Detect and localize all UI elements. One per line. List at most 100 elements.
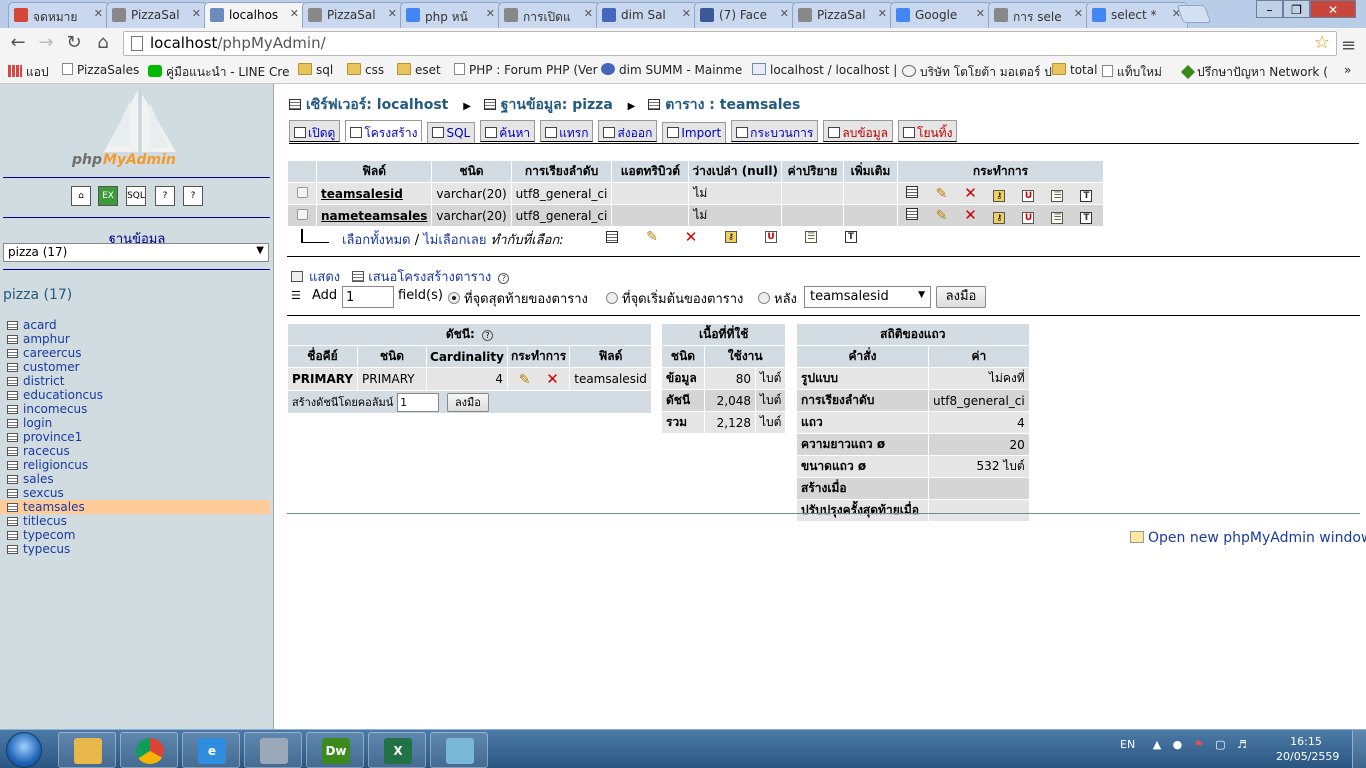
bookmark-item[interactable]: css — [347, 63, 384, 77]
browser-tab[interactable]: PizzaSal ✕ — [302, 2, 404, 28]
taskbar-app-calculator[interactable] — [244, 732, 302, 768]
after-field-select[interactable]: teamsalesid ▼ — [804, 286, 931, 308]
primary-key-icon[interactable]: ⚷ — [993, 189, 1006, 202]
taskbar-app-excel[interactable]: X — [368, 732, 426, 768]
sidebar-item-acard[interactable]: acard — [0, 318, 274, 332]
sidebar-item-religioncus[interactable]: religioncus — [0, 458, 274, 472]
field-count-input[interactable] — [342, 286, 394, 308]
home-icon[interactable]: ⌂ — [93, 33, 113, 53]
tab-export[interactable]: ส่งออก — [598, 120, 658, 142]
tab-sql[interactable]: SQL — [427, 122, 476, 144]
bookmark-item[interactable]: sql — [298, 63, 333, 77]
column-header[interactable]: ฟิลด์ — [317, 161, 432, 182]
taskbar-app-explorer[interactable] — [58, 732, 116, 768]
clock[interactable]: 16:15 20/05/2559 — [1276, 734, 1339, 764]
column-header[interactable]: ว่างเปล่า (null) — [689, 161, 781, 182]
print-view-link[interactable]: แสดง — [309, 270, 340, 285]
fulltext-icon[interactable]: T — [1080, 211, 1093, 224]
after-radio[interactable] — [758, 292, 770, 304]
column-header[interactable]: แอตทริบิวต์ — [612, 161, 689, 182]
table-icon[interactable] — [7, 517, 18, 526]
taskbar-app-chrome[interactable] — [120, 732, 178, 768]
bookmark-item[interactable]: dim SUMM - Mainme — [601, 63, 742, 77]
network-icon[interactable]: ● — [1173, 738, 1183, 751]
mysql-docs-icon[interactable]: ? — [183, 186, 203, 206]
row-checkbox[interactable] — [296, 208, 308, 220]
browser-tab[interactable]: PizzaSal ✕ — [106, 2, 208, 28]
sidebar-item-login[interactable]: login — [0, 416, 274, 430]
new-tab-button[interactable] — [1176, 5, 1212, 23]
close-tab-icon[interactable]: ✕ — [878, 7, 887, 20]
close-tab-icon[interactable]: ✕ — [976, 7, 985, 20]
sidebar-item-typecom[interactable]: typecom — [0, 528, 274, 542]
row-checkbox[interactable] — [296, 186, 308, 198]
bookmark-item[interactable]: ปรึกษาปัญหา Network ( — [1180, 63, 1328, 82]
bookmarks-overflow-icon[interactable]: » — [1344, 63, 1351, 77]
unique-icon[interactable]: U — [1022, 189, 1035, 202]
propose-structure-link[interactable]: เสนอโครงสร้างตาราง — [368, 270, 491, 285]
browser-tab[interactable]: จดหมาย ✕ — [8, 2, 110, 28]
sidebar-item-educationcus[interactable]: educationcus — [0, 388, 274, 402]
open-new-window-link[interactable]: Open new phpMyAdmin window — [1130, 530, 1366, 546]
column-header[interactable]: เพิ่มเติม — [843, 161, 897, 182]
bookmark-item[interactable]: eset — [397, 63, 441, 77]
close-tab-icon[interactable]: ✕ — [486, 7, 495, 20]
browser-tab[interactable]: php หน้ ✕ — [400, 2, 502, 28]
table-icon[interactable] — [7, 489, 18, 498]
close-tab-icon[interactable]: ✕ — [388, 7, 397, 20]
browse-icon[interactable] — [906, 185, 919, 198]
forward-icon[interactable]: → — [36, 33, 56, 53]
drop-selected-icon[interactable]: ✕ — [684, 230, 698, 245]
index-icon[interactable]: ☰ — [1051, 189, 1064, 202]
back-icon[interactable]: ← — [8, 33, 28, 53]
column-header[interactable]: กระทำการ — [897, 161, 1103, 182]
address-bar[interactable]: localhost/phpMyAdmin/ ☆ — [123, 31, 1337, 56]
tab-insert[interactable]: แทรก — [540, 120, 594, 142]
close-tab-icon[interactable]: ✕ — [94, 7, 103, 20]
monitor-icon[interactable]: ▢ — [1215, 738, 1225, 751]
database-select[interactable]: pizza (17) ▼ — [3, 243, 269, 262]
browser-tab[interactable]: PizzaSal ✕ — [792, 2, 894, 28]
column-header[interactable]: การเรียงลำดับ — [511, 161, 612, 182]
unique-icon[interactable]: U — [1022, 211, 1035, 224]
query-window-icon[interactable]: SQL — [126, 186, 146, 206]
bookmark-item[interactable]: แอป — [8, 63, 49, 82]
edit-icon[interactable]: ✎ — [934, 187, 948, 201]
sidebar-item-sales[interactable]: sales — [0, 472, 274, 486]
table-icon[interactable] — [7, 335, 18, 344]
edit-icon[interactable]: ✎ — [934, 209, 948, 223]
table-icon[interactable] — [7, 363, 18, 372]
close-tab-icon[interactable]: ✕ — [584, 7, 593, 20]
edit-icon[interactable]: ✎ — [518, 373, 532, 387]
table-icon[interactable] — [7, 391, 18, 400]
bookmark-item[interactable]: PHP : Forum PHP (Ver — [454, 63, 598, 77]
bookmark-item[interactable]: คู่มือแนะนำ - LINE Cre — [148, 63, 289, 82]
unique-selected-icon[interactable]: U — [765, 231, 777, 243]
taskbar-app-notepad[interactable] — [430, 732, 488, 768]
documentation-icon[interactable]: ? — [155, 186, 175, 206]
sidebar-item-typecus[interactable]: typecus — [0, 542, 274, 556]
drop-icon[interactable]: ✕ — [963, 185, 977, 200]
close-tab-icon[interactable]: ✕ — [780, 7, 789, 20]
bookmark-item[interactable]: PizzaSales — [62, 63, 139, 77]
fulltext-selected-icon[interactable]: T — [845, 231, 857, 243]
sidebar-item-district[interactable]: district — [0, 374, 274, 388]
column-header[interactable]: ค่าปริยาย — [781, 161, 843, 182]
tab-drop[interactable]: โยนทิ้ง — [898, 120, 958, 142]
tab-operations[interactable]: กระบวนการ — [731, 120, 819, 142]
browser-tab[interactable]: localhos ✕ — [204, 2, 306, 29]
browser-tab[interactable]: การ sele ✕ — [988, 2, 1090, 28]
minimize-button[interactable]: – — [1256, 0, 1283, 18]
breadcrumb-table[interactable]: ตาราง : teamsales — [665, 97, 800, 113]
help-icon[interactable]: ? — [482, 330, 494, 341]
browse-selected-icon[interactable] — [606, 231, 618, 243]
close-tab-icon[interactable]: ✕ — [290, 7, 299, 20]
uncheck-all-link[interactable]: ไม่เลือกเลย — [423, 233, 486, 248]
tray-expand-icon[interactable]: ▲ — [1153, 738, 1161, 751]
sidebar-item-customer[interactable]: customer — [0, 360, 274, 374]
sidebar-item-amphur[interactable]: amphur — [0, 332, 274, 346]
fulltext-icon[interactable]: T — [1080, 189, 1093, 202]
at-beginning-radio[interactable] — [606, 292, 618, 304]
taskbar-app-ie[interactable]: e — [182, 732, 240, 768]
browser-tab[interactable]: Google ✕ — [890, 2, 992, 28]
